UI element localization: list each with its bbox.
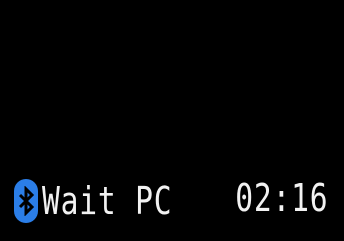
device-screen: Wait PC 02:16	[0, 0, 344, 241]
status-bar: Wait PC 02:16	[14, 176, 332, 226]
connection-status-text: Wait PC	[42, 179, 173, 223]
clock-time: 02:16	[234, 176, 328, 220]
bluetooth-icon	[14, 179, 38, 223]
